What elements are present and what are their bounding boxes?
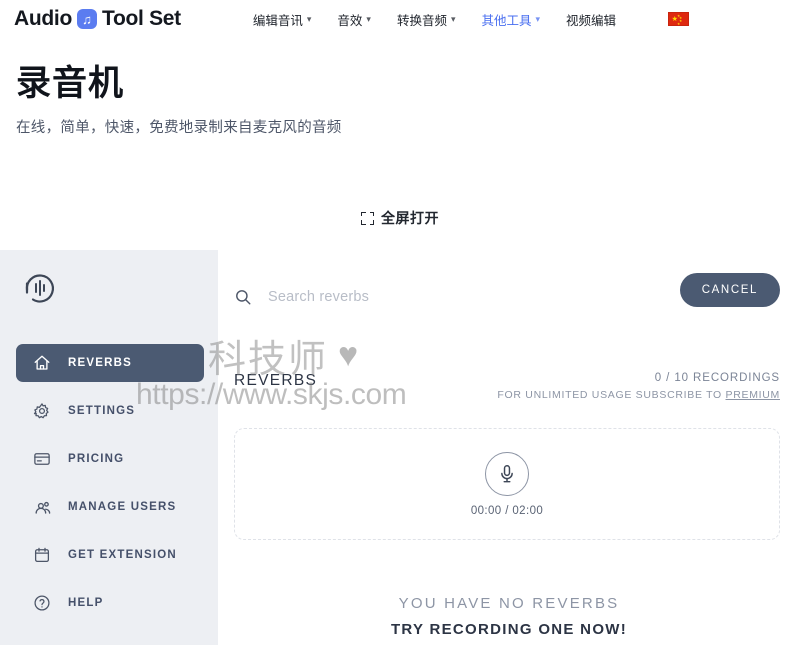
app-main-panel: CANCEL REVERBS 0 / 10 RECORDINGS FOR UNL… [218, 250, 800, 645]
flag-star-small: ★ [677, 21, 681, 26]
section-title: REVERBS [234, 372, 318, 389]
empty-state-line-2: TRY RECORDING ONE NOW! [390, 621, 628, 638]
search-row: CANCEL [234, 273, 780, 307]
quota-block: 0 / 10 RECORDINGS FOR UNLIMITED USAGE SU… [497, 372, 780, 401]
nav-label: 视频编辑 [566, 13, 617, 28]
sidebar-item-settings[interactable]: SETTINGS [16, 392, 204, 430]
sidebar-item-label: SETTINGS [68, 405, 136, 417]
sidebar-item-label: HELP [68, 597, 104, 609]
sidebar-item-label: PRICING [68, 453, 125, 465]
calendar-icon [32, 545, 52, 565]
gear-icon [32, 401, 52, 421]
nav-item-video-edit[interactable]: 视频编辑 [566, 10, 616, 29]
brand-name-right: Tool Set [101, 7, 181, 30]
nav-label: 其他工具 [481, 13, 532, 28]
page-root: Audio ♫ Tool Set 编辑音讯 ▾ 音效 ▾ 转换音频 ▾ 其他工具… [0, 0, 800, 645]
audio-waveform-headphone-logo [20, 268, 60, 308]
brand-name-left: Audio [14, 7, 72, 30]
card-icon [32, 449, 52, 469]
empty-state-line-1: YOU HAVE NO REVERBS [398, 595, 620, 612]
music-note-icon: ♫ [76, 9, 97, 29]
nav-item-sound-effects[interactable]: 音效 ▾ [337, 10, 371, 29]
nav-item-other-tools[interactable]: 其他工具 ▾ [482, 10, 541, 29]
sidebar-nav-list: REVERBS SETTINGS PRICING MANAGE USERS GE… [0, 344, 218, 632]
recorder-app-frame: REVERBS SETTINGS PRICING MANAGE USERS GE… [0, 250, 800, 645]
chevron-down-icon: ▾ [535, 13, 541, 24]
brand-logo[interactable]: Audio ♫ Tool Set [14, 7, 181, 31]
nav-item-convert-audio[interactable]: 转换音频 ▾ [397, 10, 456, 29]
users-icon [32, 497, 52, 517]
sidebar-item-pricing[interactable]: PRICING [16, 440, 204, 478]
nav-menu: 编辑音讯 ▾ 音效 ▾ 转换音频 ▾ 其他工具 ▾ 视频编辑 ★ ★ ★ ★ ★ [253, 10, 690, 29]
fullscreen-label: 全屏打开 [381, 210, 439, 226]
sidebar-item-label: GET EXTENSION [68, 549, 177, 561]
empty-state: YOU HAVE NO REVERBS TRY RECORDING ONE NO… [218, 595, 800, 638]
china-flag-icon[interactable]: ★ ★ ★ ★ ★ [668, 12, 690, 26]
chevron-down-icon: ▾ [450, 13, 456, 24]
section-header: REVERBS 0 / 10 RECORDINGS FOR UNLIMITED … [234, 372, 780, 401]
nav-item-edit-audio[interactable]: 编辑音讯 ▾ [253, 10, 312, 29]
top-navigation-bar: Audio ♫ Tool Set 编辑音讯 ▾ 音效 ▾ 转换音频 ▾ 其他工具… [0, 0, 800, 38]
nav-label: 音效 [337, 13, 363, 28]
sidebar-item-reverbs[interactable]: REVERBS [16, 344, 204, 382]
recording-drop-area: 00:00 / 02:00 [234, 428, 780, 540]
home-icon [32, 353, 52, 373]
page-title: 录音机 [16, 64, 125, 103]
subscribe-note: FOR UNLIMITED USAGE SUBSCRIBE TO PREMIUM [497, 389, 780, 401]
question-icon [32, 593, 52, 613]
fullscreen-expand-icon [361, 211, 374, 225]
page-subtitle: 在线，简单，快速，免费地录制来自麦克风的音频 [16, 120, 342, 136]
sidebar-item-label: MANAGE USERS [68, 501, 177, 513]
nav-label: 转换音频 [396, 13, 447, 28]
open-fullscreen-button[interactable]: 全屏打开 [0, 208, 800, 228]
sidebar-item-manage-users[interactable]: MANAGE USERS [16, 488, 204, 526]
microphone-record-button[interactable] [485, 451, 529, 496]
cancel-button[interactable]: CANCEL [679, 273, 780, 307]
premium-link[interactable]: PREMIUM [726, 389, 780, 401]
sidebar-item-help[interactable]: HELP [16, 584, 204, 622]
chevron-down-icon: ▾ [306, 13, 312, 24]
search-input[interactable] [268, 289, 568, 305]
nav-label: 编辑音讯 [252, 13, 303, 28]
chevron-down-icon: ▾ [366, 13, 371, 24]
sidebar-item-label: REVERBS [68, 357, 132, 369]
app-sidebar: REVERBS SETTINGS PRICING MANAGE USERS GE… [0, 250, 218, 645]
subscribe-note-text: FOR UNLIMITED USAGE SUBSCRIBE TO [497, 389, 726, 401]
recording-timer: 00:00 / 02:00 [470, 504, 544, 517]
recordings-count: 0 / 10 RECORDINGS [654, 372, 780, 384]
sidebar-item-get-extension[interactable]: GET EXTENSION [16, 536, 204, 574]
search-icon [234, 288, 252, 306]
